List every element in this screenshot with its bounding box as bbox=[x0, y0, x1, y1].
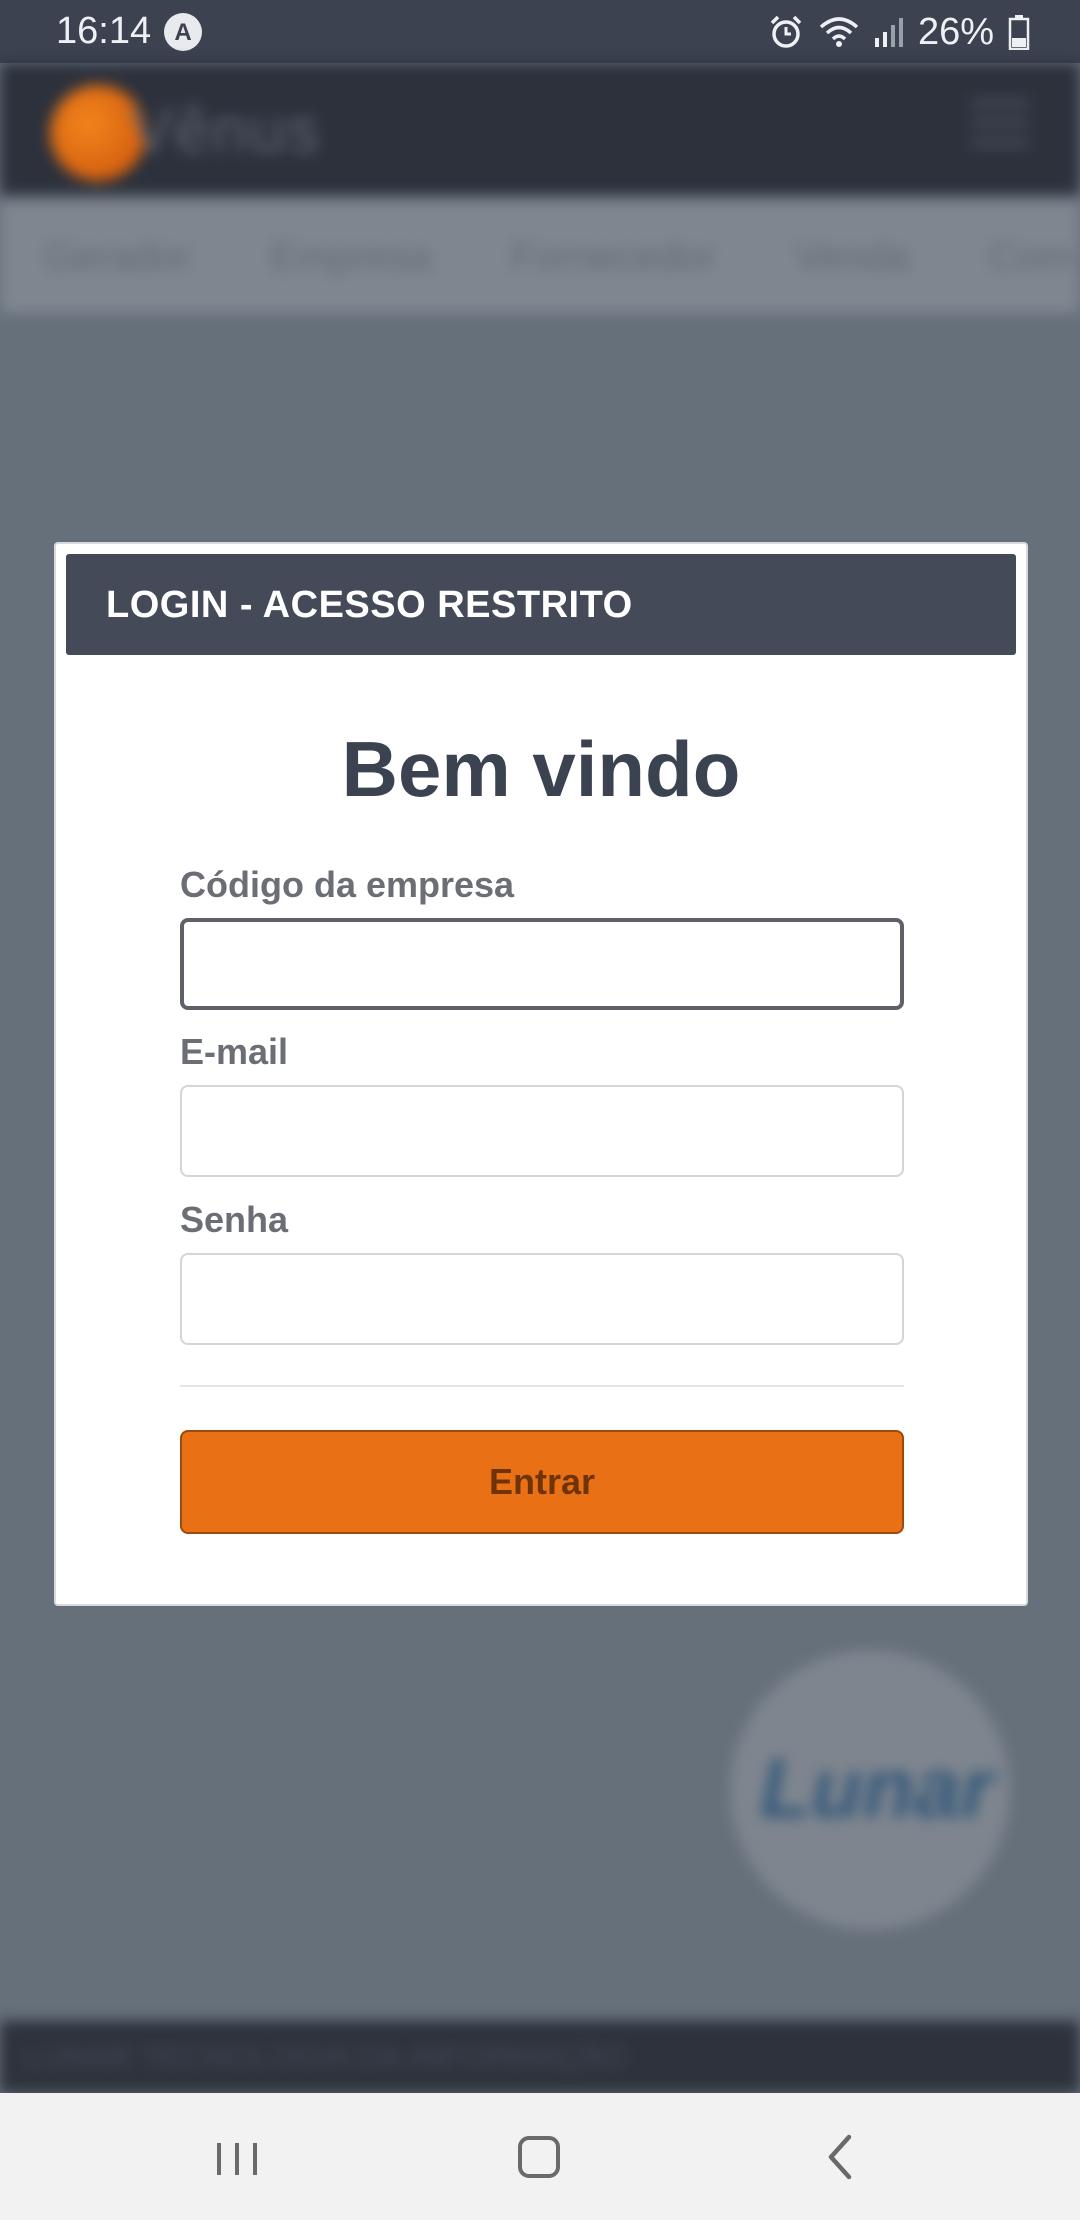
app-nav: Gerador Empresa Fornecedor Venda Com bbox=[0, 201, 1080, 313]
signal-icon bbox=[874, 18, 903, 47]
app-logo-text: Vênus bbox=[130, 94, 322, 166]
alarm-icon bbox=[770, 15, 802, 48]
status-bar: 16:14 A 26% bbox=[0, 0, 1080, 63]
welcome-heading: Bem vindo bbox=[341, 725, 741, 813]
lunar-badge: Lunar bbox=[730, 1650, 1010, 1930]
system-nav-bar bbox=[0, 2093, 1080, 2220]
status-icons: 26% bbox=[768, 10, 1030, 54]
footer-text: LUNAR TECNOLOGIA DA INFORMAÇÃO bbox=[24, 2039, 627, 2075]
email-input[interactable] bbox=[180, 1085, 904, 1177]
wifi-icon bbox=[819, 17, 859, 47]
battery-icon bbox=[1008, 15, 1030, 50]
recents-icon[interactable] bbox=[197, 2125, 277, 2189]
email-label: E-mail bbox=[180, 1031, 289, 1072]
company-code-input[interactable] bbox=[180, 918, 904, 1010]
form-divider bbox=[180, 1385, 904, 1387]
login-modal: LOGIN - ACESSO RESTRITO Bem vindo Código… bbox=[54, 542, 1028, 1606]
modal-title: LOGIN - ACESSO RESTRITO bbox=[106, 584, 633, 626]
nav-item: Fornecedor bbox=[510, 234, 716, 279]
back-icon[interactable] bbox=[801, 2125, 881, 2189]
nav-item: Empresa bbox=[270, 234, 431, 279]
battery-percent: 26% bbox=[917, 10, 994, 53]
lunar-logo-text: Lunar bbox=[760, 1741, 994, 1835]
modal-header: LOGIN - ACESSO RESTRITO bbox=[66, 554, 1016, 655]
password-label: Senha bbox=[180, 1199, 289, 1240]
company-code-label: Código da empresa bbox=[180, 864, 515, 905]
nav-item: Gerador bbox=[44, 234, 191, 279]
app-header: Vênus bbox=[0, 63, 1080, 195]
nav-item: Venda bbox=[795, 234, 909, 279]
home-icon[interactable] bbox=[499, 2125, 579, 2189]
login-submit-button[interactable]: Entrar bbox=[180, 1430, 904, 1534]
status-time: 16:14 bbox=[56, 10, 152, 52]
nav-item: Com bbox=[988, 234, 1074, 279]
app-footer: LUNAR TECNOLOGIA DA INFORMAÇÃO bbox=[0, 2021, 1080, 2093]
hamburger-menu-icon bbox=[970, 99, 1030, 159]
password-input[interactable] bbox=[180, 1253, 904, 1345]
a-icon: A bbox=[164, 13, 202, 51]
